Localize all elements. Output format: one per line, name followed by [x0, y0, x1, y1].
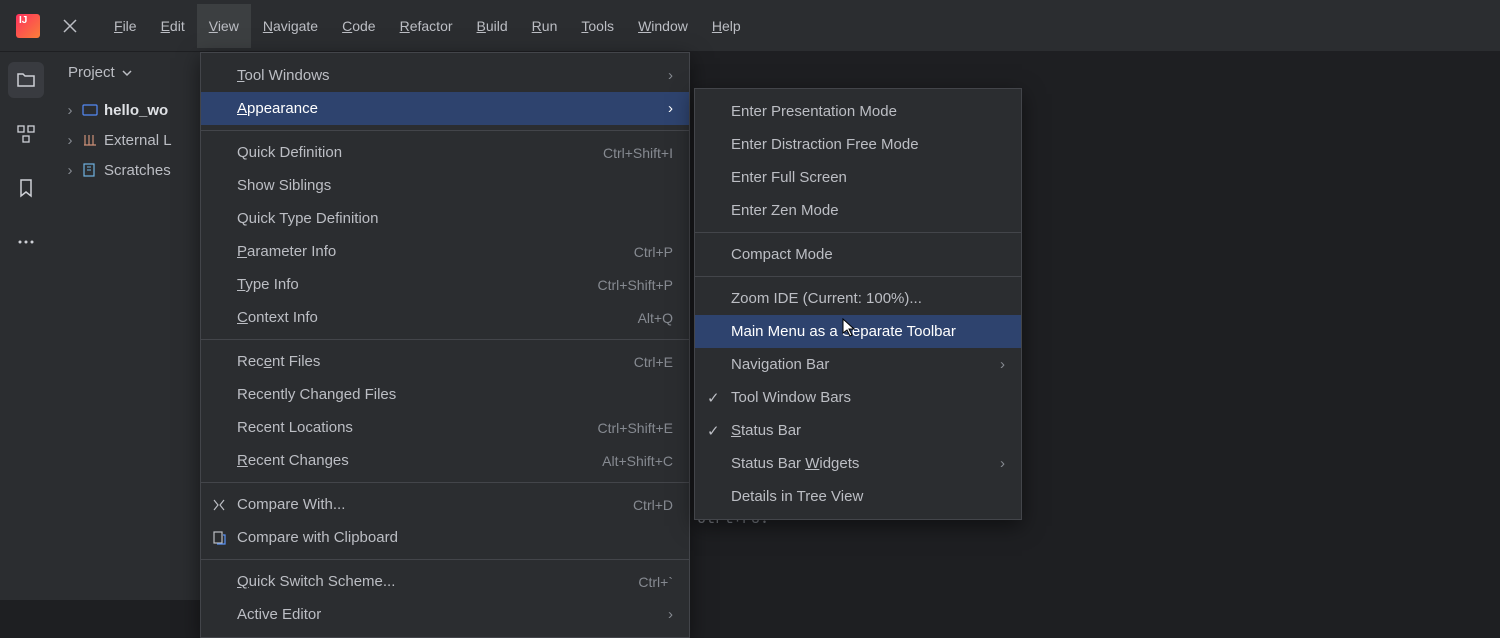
menu-help[interactable]: Help: [700, 4, 753, 48]
menu-navigation-bar[interactable]: Navigation Bar›: [695, 348, 1021, 381]
menu-appearance[interactable]: Appearance›: [201, 92, 689, 125]
chevron-right-icon: ›: [668, 100, 673, 117]
menu-main-menu-toolbar[interactable]: Main Menu as a Separate Toolbar: [695, 315, 1021, 348]
menu-recent-locations[interactable]: Recent LocationsCtrl+Shift+E: [201, 411, 689, 444]
menu-separator: [695, 232, 1021, 233]
structure-tool-button[interactable]: [8, 116, 44, 152]
menu-compare-with[interactable]: Compare With...Ctrl+D: [201, 488, 689, 521]
menu-show-siblings[interactable]: Show Siblings: [201, 169, 689, 202]
project-tool-button[interactable]: [8, 62, 44, 98]
menu-navigate[interactable]: Navigate: [251, 4, 330, 48]
check-icon: ✓: [707, 422, 720, 440]
bookmark-icon: [16, 178, 36, 198]
menu-compare-clipboard[interactable]: Compare with Clipboard: [201, 521, 689, 554]
menu-quick-type-definition[interactable]: Quick Type Definition: [201, 202, 689, 235]
menu-run[interactable]: Run: [520, 4, 570, 48]
app-logo-icon: [16, 14, 40, 38]
menu-separator: [201, 130, 689, 131]
menu-view[interactable]: View: [197, 4, 251, 48]
menu-separator: [695, 276, 1021, 277]
compare-clipboard-icon: [211, 530, 227, 546]
menu-recent-changes[interactable]: Recent ChangesAlt+Shift+C: [201, 444, 689, 477]
chevron-right-icon: ›: [64, 162, 76, 179]
chevron-right-icon: ›: [1000, 455, 1005, 472]
menu-status-bar-widgets[interactable]: Status Bar Widgets›: [695, 447, 1021, 480]
menu-tool-windows[interactable]: Tool Windows›: [201, 59, 689, 92]
more-tool-button[interactable]: [8, 224, 44, 260]
bookmarks-tool-button[interactable]: [8, 170, 44, 206]
menu-edit[interactable]: Edit: [149, 4, 197, 48]
menu-details-tree-view[interactable]: Details in Tree View: [695, 480, 1021, 513]
menu-recent-files[interactable]: Recent FilesCtrl+E: [201, 345, 689, 378]
menu-enter-full-screen[interactable]: Enter Full Screen: [695, 161, 1021, 194]
tree-node-label: hello_wo: [104, 102, 168, 119]
chevron-right-icon: ›: [64, 132, 76, 149]
menu-file[interactable]: File: [102, 4, 149, 48]
menu-build[interactable]: Build: [465, 4, 520, 48]
menu-separator: [201, 482, 689, 483]
chevron-right-icon: ›: [64, 102, 76, 119]
left-tool-rail: [0, 52, 52, 600]
menu-separator: [201, 339, 689, 340]
scratch-icon: [82, 162, 98, 178]
menu-type-info[interactable]: Type InfoCtrl+Shift+P: [201, 268, 689, 301]
menu-tool-window-bars[interactable]: ✓Tool Window Bars: [695, 381, 1021, 414]
menu-status-bar[interactable]: ✓Status Bar: [695, 414, 1021, 447]
chevron-right-icon: ›: [668, 67, 673, 84]
tree-node-label: External L: [104, 132, 172, 149]
module-icon: [82, 102, 98, 118]
menu-window[interactable]: Window: [626, 4, 700, 48]
view-menu-dropdown: Tool Windows› Appearance› Quick Definiti…: [200, 52, 690, 638]
titlebar: File Edit View Navigate Code Refactor Bu…: [0, 0, 1500, 52]
check-icon: ✓: [707, 389, 720, 407]
hamburger-close-button[interactable]: [48, 4, 92, 48]
menubar: File Edit View Navigate Code Refactor Bu…: [102, 4, 753, 48]
menu-active-editor[interactable]: Active Editor›: [201, 598, 689, 631]
menu-separator: [201, 559, 689, 560]
structure-icon: [16, 124, 36, 144]
more-icon: [16, 232, 36, 252]
menu-enter-distraction-free[interactable]: Enter Distraction Free Mode: [695, 128, 1021, 161]
menu-zoom-ide[interactable]: Zoom IDE (Current: 100%)...: [695, 282, 1021, 315]
menu-refactor[interactable]: Refactor: [388, 4, 465, 48]
menu-enter-zen-mode[interactable]: Enter Zen Mode: [695, 194, 1021, 227]
close-icon: [63, 19, 77, 33]
folder-icon: [16, 70, 36, 90]
menu-code[interactable]: Code: [330, 4, 387, 48]
appearance-submenu: Enter Presentation Mode Enter Distractio…: [694, 88, 1022, 520]
project-title: Project: [68, 64, 115, 81]
compare-icon: [211, 497, 227, 513]
menu-enter-presentation-mode[interactable]: Enter Presentation Mode: [695, 95, 1021, 128]
menu-parameter-info[interactable]: Parameter InfoCtrl+P: [201, 235, 689, 268]
chevron-down-icon: [121, 67, 133, 79]
tree-node-label: Scratches: [104, 162, 171, 179]
menu-quick-switch-scheme[interactable]: Quick Switch Scheme...Ctrl+`: [201, 565, 689, 598]
menu-quick-definition[interactable]: Quick DefinitionCtrl+Shift+I: [201, 136, 689, 169]
menu-compact-mode[interactable]: Compact Mode: [695, 238, 1021, 271]
menu-context-info[interactable]: Context InfoAlt+Q: [201, 301, 689, 334]
chevron-right-icon: ›: [1000, 356, 1005, 373]
menu-tools[interactable]: Tools: [569, 4, 626, 48]
menu-recently-changed-files[interactable]: Recently Changed Files: [201, 378, 689, 411]
library-icon: [82, 132, 98, 148]
chevron-right-icon: ›: [668, 606, 673, 623]
